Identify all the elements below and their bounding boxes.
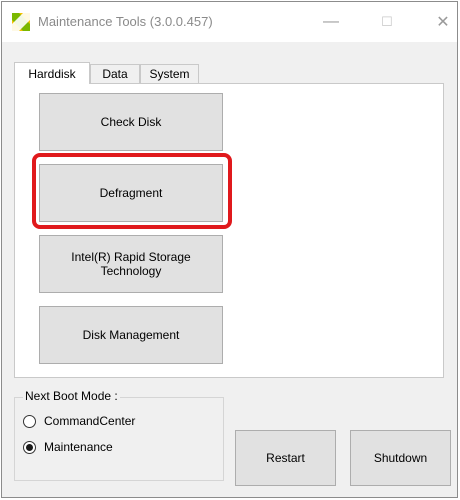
commandcenter-option[interactable]: CommandCenter [23, 414, 135, 428]
intel-rapid-storage-button[interactable]: Intel(R) Rapid Storage Technology [39, 235, 223, 293]
next-boot-mode-group: Next Boot Mode : CommandCenter Maintenan… [14, 389, 224, 481]
commandcenter-radio[interactable] [23, 414, 36, 428]
maintenance-radio[interactable] [23, 440, 36, 454]
disk-management-button[interactable]: Disk Management [39, 306, 223, 364]
tab-data[interactable]: Data [90, 64, 140, 83]
window-title: Maintenance Tools (3.0.0.457) [38, 14, 213, 29]
minimize-button[interactable]: — [308, 2, 354, 42]
minimize-icon: — [323, 13, 339, 30]
maintenance-tools-window: Maintenance Tools (3.0.0.457) — ☐ ✕ Hard… [1, 1, 458, 498]
next-boot-mode-label: Next Boot Mode : [23, 389, 120, 403]
harddisk-panel: Check Disk Defragment Intel(R) Rapid Sto… [14, 83, 444, 378]
maintenance-option[interactable]: Maintenance [23, 440, 113, 454]
shutdown-button[interactable]: Shutdown [350, 430, 451, 486]
defragment-highlight [32, 153, 232, 229]
close-button[interactable]: ✕ [420, 2, 460, 42]
close-icon: ✕ [436, 14, 450, 31]
tab-harddisk[interactable]: Harddisk [14, 62, 90, 84]
commandcenter-label: CommandCenter [44, 414, 136, 428]
tab-system[interactable]: System [140, 64, 199, 83]
check-disk-button[interactable]: Check Disk [39, 93, 223, 151]
title-bar[interactable]: Maintenance Tools (3.0.0.457) — ☐ ✕ [2, 2, 457, 42]
maximize-icon: ☐ [381, 14, 393, 29]
maintenance-label: Maintenance [44, 440, 113, 454]
app-logo-icon [12, 13, 30, 31]
maximize-button[interactable]: ☐ [364, 2, 410, 42]
restart-button[interactable]: Restart [235, 430, 336, 486]
